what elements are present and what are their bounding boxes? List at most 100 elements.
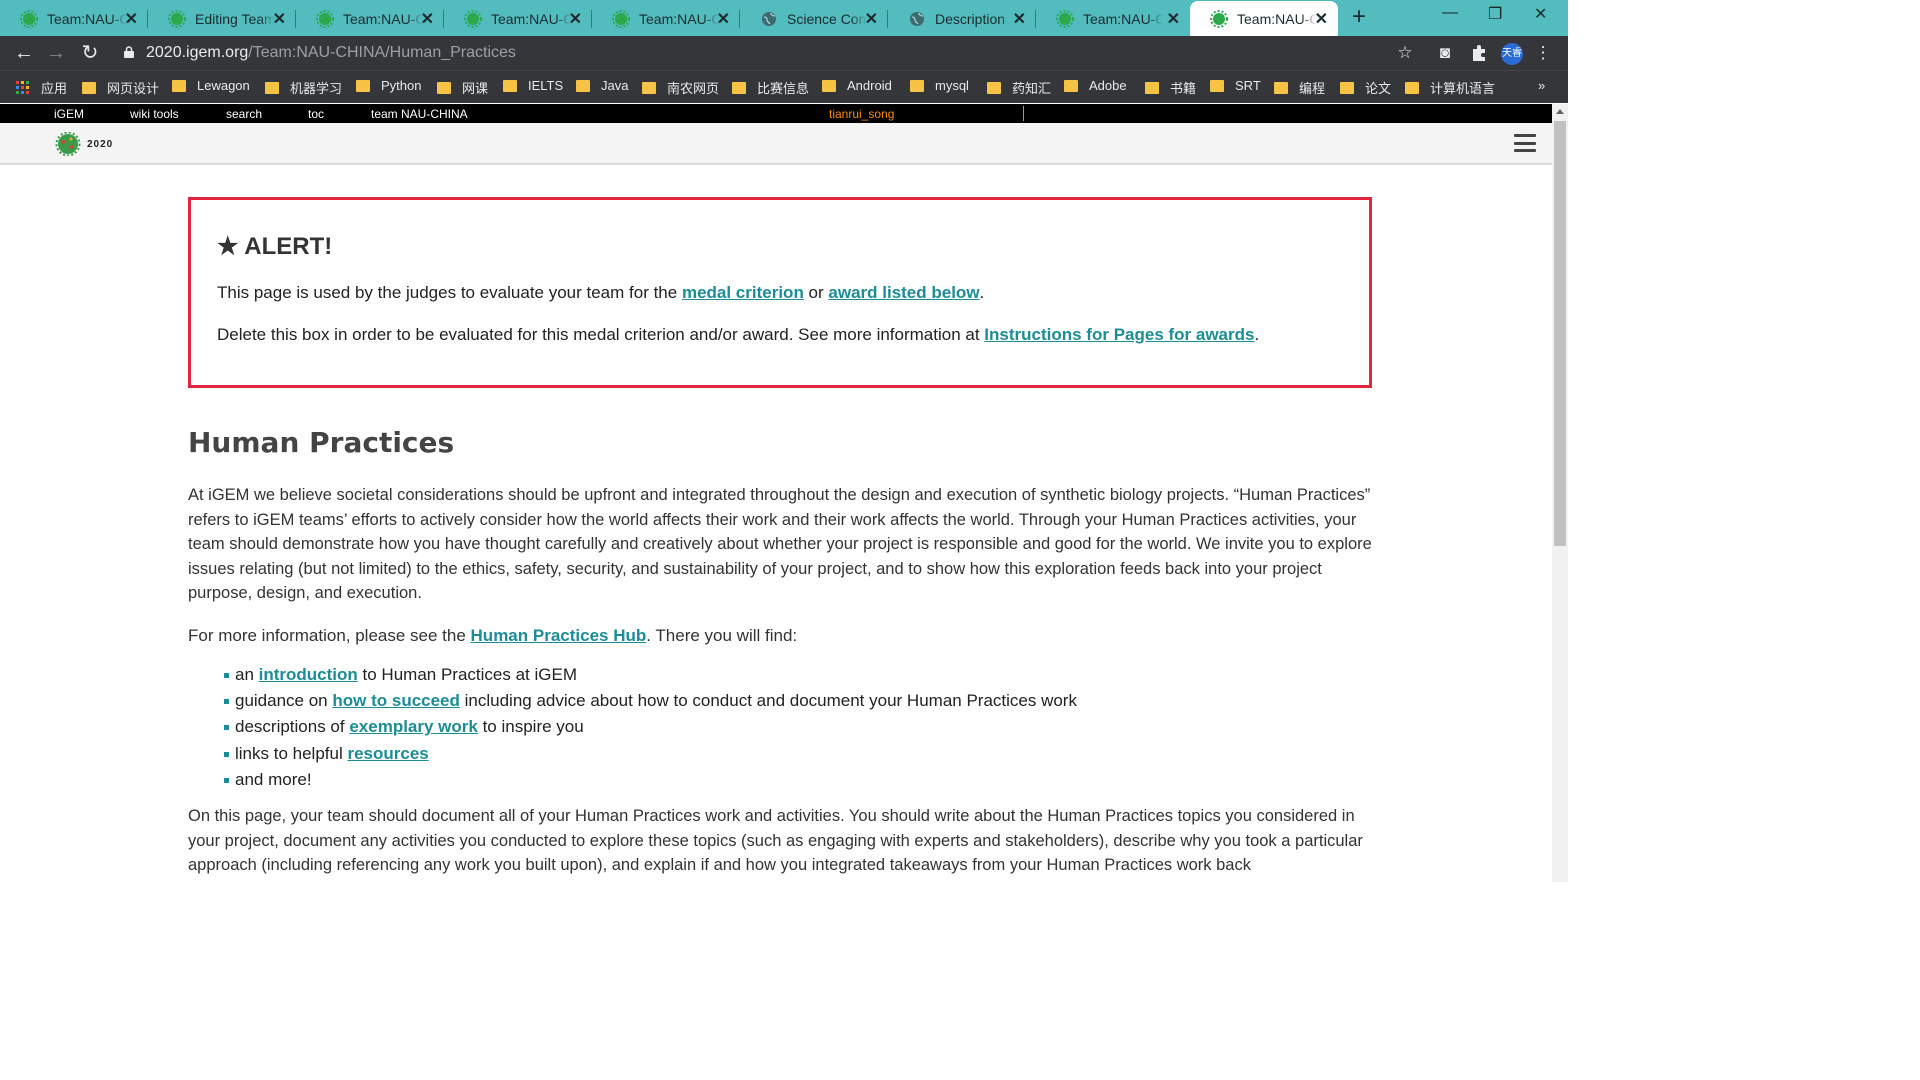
scrollbar-thumb[interactable] xyxy=(1554,121,1566,546)
human-practices-hub-link[interactable]: Human Practices Hub xyxy=(471,626,647,645)
igem-favicon xyxy=(1210,9,1228,28)
bookmark-label: 机器学习 xyxy=(290,81,343,96)
bookmark-folder[interactable]: 机器学习 xyxy=(265,78,342,97)
reload-icon[interactable]: ↻ xyxy=(78,41,102,65)
bookmark-label: Java xyxy=(601,78,629,93)
browser-tab[interactable]: Team:NAU-CHINA ✕ xyxy=(296,1,444,36)
globe-icon xyxy=(762,11,776,26)
tab-close-icon[interactable]: ✕ xyxy=(865,9,878,29)
reader-extension-icon[interactable]: ◙ xyxy=(1435,43,1455,63)
bookmarks-overflow-icon[interactable]: » xyxy=(1538,78,1545,93)
bookmark-label: IELTS xyxy=(528,78,564,93)
list-item: links to helpful resources xyxy=(224,741,1077,767)
igem-username-link[interactable]: tianrui_song xyxy=(829,107,894,121)
tab-title: Science Communication xyxy=(787,10,867,27)
tab-close-icon[interactable]: ✕ xyxy=(569,9,582,29)
list-item: an introduction to Human Practices at iG… xyxy=(224,662,1077,688)
list-text: and more! xyxy=(235,769,312,789)
exemplary-work-link[interactable]: exemplary work xyxy=(349,717,478,736)
bookmark-folder[interactable]: 编程 xyxy=(1274,78,1325,97)
bookmark-folder[interactable]: 论文 xyxy=(1340,78,1391,97)
bookmark-folder[interactable]: 网课 xyxy=(437,78,488,97)
bookmark-label: Python xyxy=(381,78,422,93)
browser-tab[interactable]: Description ✕ xyxy=(888,1,1036,36)
bookmark-label: 论文 xyxy=(1365,81,1392,96)
how-to-succeed-link[interactable]: how to succeed xyxy=(332,691,460,710)
bookmark-folder[interactable]: 计算机语言 xyxy=(1405,78,1495,97)
forward-arrow-icon[interactable]: → xyxy=(44,41,68,65)
bookmark-folder[interactable]: 比赛信息 xyxy=(732,78,809,97)
bookmark-label: Lewagon xyxy=(197,78,250,93)
tab-close-icon[interactable]: ✕ xyxy=(421,9,434,29)
browser-tab-active[interactable]: Team:NAU-CHINA ✕ xyxy=(1190,1,1338,36)
closing-paragraph: On this page, your team should document … xyxy=(188,807,1363,874)
profile-avatar[interactable]: 天睿 xyxy=(1501,43,1523,65)
igem-bar-link[interactable]: iGEM xyxy=(54,107,84,121)
url-host: 2020.igem.org xyxy=(146,44,249,61)
minimize-button[interactable]: — xyxy=(1442,4,1458,22)
igem-bar-link[interactable]: toc xyxy=(308,107,324,121)
folder-icon xyxy=(503,79,517,92)
page-scrollbar[interactable] xyxy=(1552,104,1568,882)
introduction-link[interactable]: introduction xyxy=(259,665,358,684)
list-text: to inspire you xyxy=(477,717,584,737)
scroll-up-arrow-icon[interactable] xyxy=(1556,109,1564,114)
tab-title: Team:NAU-CHINA xyxy=(639,10,719,27)
browser-tab[interactable]: Team:NAU-CHINA ✕ xyxy=(444,1,592,36)
browser-tab[interactable]: Editing Team:NAU-CHINA ✕ xyxy=(148,1,296,36)
tab-close-icon[interactable]: ✕ xyxy=(125,9,138,29)
bookmarks-bar: 应用 网页设计 Lewagon 机器学习 Python 网课 IELTS Jav… xyxy=(0,70,1568,103)
alert-line-1: This page is used by the judges to evalu… xyxy=(217,283,1343,303)
bookmark-folder[interactable]: mysql xyxy=(910,78,969,93)
tab-close-icon[interactable]: ✕ xyxy=(1013,9,1026,29)
address-bar[interactable]: 2020.igem.org/Team:NAU-CHINA/Human_Pract… xyxy=(146,44,516,62)
folder-icon xyxy=(1064,79,1078,92)
close-window-button[interactable]: ✕ xyxy=(1534,4,1547,24)
bookmark-folder[interactable]: SRT xyxy=(1210,78,1261,93)
bookmark-star-icon[interactable]: ☆ xyxy=(1395,43,1415,63)
bookmark-apps[interactable]: 应用 xyxy=(16,78,67,97)
igem-favicon xyxy=(464,9,482,28)
bookmark-folder[interactable]: IELTS xyxy=(503,78,563,93)
browser-toolbar: ← → ↻ 2020.igem.org/Team:NAU-CHINA/Human… xyxy=(0,36,1568,70)
bookmark-folder[interactable]: Python xyxy=(356,78,421,93)
igem-favicon xyxy=(316,9,334,28)
browser-tab[interactable]: Team:NAU-CHINA ✕ xyxy=(1036,1,1190,36)
back-arrow-icon[interactable]: ← xyxy=(12,41,36,65)
lock-icon[interactable] xyxy=(124,46,134,58)
tab-title: Team:NAU-CHINA xyxy=(491,10,571,27)
tab-close-icon[interactable]: ✕ xyxy=(273,9,286,29)
alert-text: This page is used by the judges to evalu… xyxy=(217,283,682,302)
bookmark-folder[interactable]: Android xyxy=(822,78,892,93)
folder-icon xyxy=(356,79,370,92)
new-tab-button[interactable]: + xyxy=(1352,4,1372,30)
list-text: guidance on xyxy=(235,691,333,711)
bookmark-folder[interactable]: 网页设计 xyxy=(82,78,159,97)
tab-close-icon[interactable]: ✕ xyxy=(1167,9,1180,29)
browser-tab[interactable]: Team:NAU-CHINA ✕ xyxy=(592,1,740,36)
bookmark-folder[interactable]: Lewagon xyxy=(172,78,250,93)
bookmark-folder[interactable]: 南农网页 xyxy=(642,78,719,97)
award-listed-below-link[interactable]: award listed below xyxy=(828,283,979,302)
puzzle-extensions-icon[interactable] xyxy=(1469,43,1489,63)
bookmark-folder[interactable]: Adobe xyxy=(1064,78,1127,93)
bookmark-folder[interactable]: 药知汇 xyxy=(987,78,1051,97)
igem-bar-link[interactable]: search xyxy=(226,107,262,121)
igem-logo[interactable]: 2020 xyxy=(52,132,113,156)
browser-tab[interactable]: Team:NAU-CHINA ✕ xyxy=(0,1,148,36)
bookmark-folder[interactable]: 书籍 xyxy=(1145,78,1196,97)
tab-close-icon[interactable]: ✕ xyxy=(717,9,730,29)
igem-bar-link[interactable]: wiki tools xyxy=(130,107,179,121)
menu-kebab-icon[interactable]: ⋮ xyxy=(1533,43,1553,63)
browser-tab[interactable]: Science Communication ✕ xyxy=(740,1,888,36)
resources-link[interactable]: resources xyxy=(347,744,428,763)
folder-icon xyxy=(910,79,924,92)
hamburger-menu-icon[interactable] xyxy=(1514,134,1536,152)
igem-bar-link[interactable]: team NAU-CHINA xyxy=(371,107,468,121)
instructions-link[interactable]: Instructions for Pages for awards xyxy=(984,325,1254,344)
bookmark-folder[interactable]: Java xyxy=(576,78,628,93)
medal-criterion-link[interactable]: medal criterion xyxy=(682,283,804,302)
bookmark-label: SRT xyxy=(1235,78,1261,93)
restore-button[interactable]: ❐ xyxy=(1488,4,1502,24)
tab-close-icon[interactable]: ✕ xyxy=(1315,9,1328,29)
